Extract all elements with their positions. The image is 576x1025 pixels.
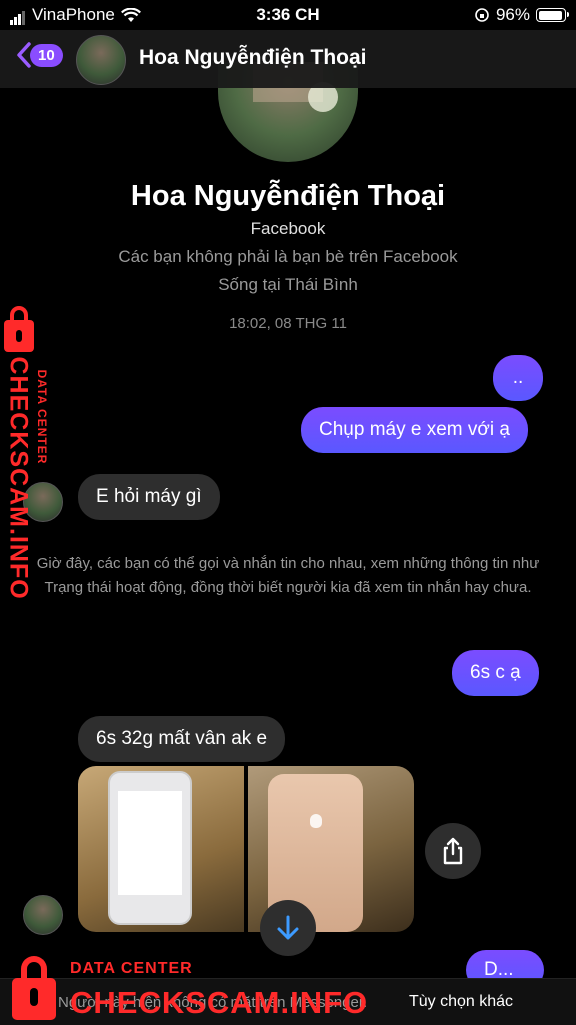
profile-name: Hoa Nguyễnđiện Thoại <box>130 180 446 212</box>
share-button[interactable] <box>425 823 481 879</box>
phone-image <box>108 771 192 925</box>
more-options-button[interactable]: Tùy chọn khác <box>409 993 513 1011</box>
scroll-to-bottom-button[interactable] <box>260 900 316 956</box>
message-timestamp: 18:02, 08 THG 11 <box>229 315 347 332</box>
back-button[interactable]: 10 <box>16 42 63 68</box>
message-bubble-out[interactable]: .. <box>493 355 543 401</box>
header-avatar[interactable] <box>76 35 126 85</box>
lock-icon <box>4 306 34 352</box>
message-bubble-in[interactable]: E hỏi máy gì <box>78 474 220 520</box>
status-bar: VinaPhone 3:36 CH 96% <box>0 0 576 30</box>
watermark-bottom-title: CHECKSCAM.INFO <box>70 985 369 1020</box>
messaging-notice: Giờ đây, các bạn có thể gọi và nhắn tin … <box>36 555 540 596</box>
contact-avatar[interactable] <box>23 895 63 935</box>
profile-location: Sống tại Thái Bình <box>218 275 358 294</box>
share-icon <box>443 837 463 865</box>
chat-header: 10 Hoa Nguyễnđiện Thoại <box>0 30 576 88</box>
arrow-down-icon <box>277 915 299 940</box>
header-contact-name[interactable]: Hoa Nguyễnđiện Thoại <box>139 46 367 70</box>
watermark-bottom-subtitle: DATA CENTER <box>70 960 193 977</box>
status-right: 96% <box>474 5 569 25</box>
message-bubble-in[interactable]: 6s 32g mất vân ak e <box>78 716 286 762</box>
orientation-lock-icon <box>475 8 489 22</box>
profile-platform: Facebook <box>250 219 326 238</box>
watermark-side-subtitle: DATA CENTER <box>35 369 49 465</box>
photo-attachment[interactable] <box>78 766 244 932</box>
unread-badge: 10 <box>30 43 63 67</box>
battery-percent: 96% <box>495 5 530 24</box>
lock-icon <box>12 956 56 1020</box>
message-bubble-out[interactable]: 6s c ạ <box>452 650 539 696</box>
watermark-side-title: CHECKSCAM.INFO <box>4 356 33 600</box>
message-bubble-out[interactable]: Chụp máy e xem với ạ <box>301 407 528 453</box>
friend-status: Các bạn không phải là bạn bè trên Facebo… <box>118 247 458 266</box>
battery-icon <box>536 8 569 22</box>
